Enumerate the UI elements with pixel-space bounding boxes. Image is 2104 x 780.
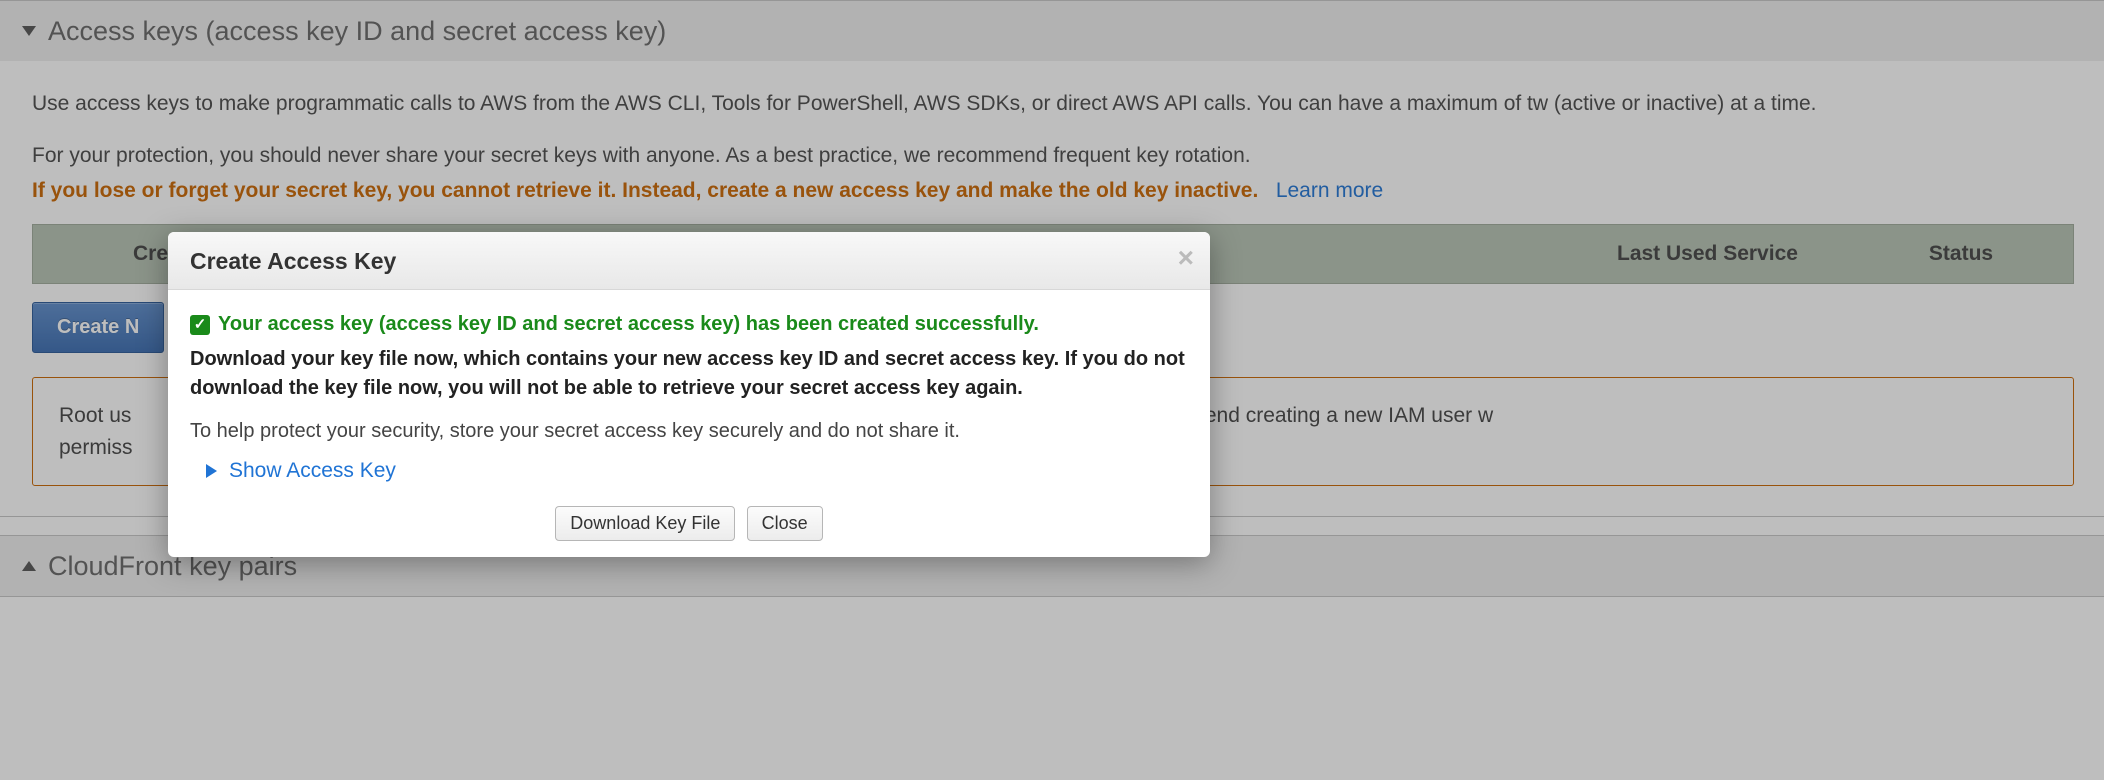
modal-title: Create Access Key <box>190 248 396 274</box>
modal-footer: Download Key File Close <box>168 498 1210 557</box>
download-key-file-button[interactable]: Download Key File <box>555 506 735 541</box>
caret-right-icon <box>206 464 217 478</box>
store-note-text: To help protect your security, store you… <box>190 417 1188 446</box>
close-button[interactable]: Close <box>747 506 823 541</box>
modal-header: Create Access Key × <box>168 232 1210 290</box>
success-message: ✓Your access key (access key ID and secr… <box>190 310 1188 339</box>
create-access-key-modal: Create Access Key × ✓Your access key (ac… <box>168 232 1210 557</box>
check-icon: ✓ <box>190 315 210 335</box>
download-warning-text: Download your key file now, which contai… <box>190 345 1188 403</box>
show-access-key-toggle[interactable]: Show Access Key <box>196 456 1188 486</box>
modal-body: ✓Your access key (access key ID and secr… <box>168 290 1210 498</box>
close-icon[interactable]: × <box>1178 244 1194 272</box>
